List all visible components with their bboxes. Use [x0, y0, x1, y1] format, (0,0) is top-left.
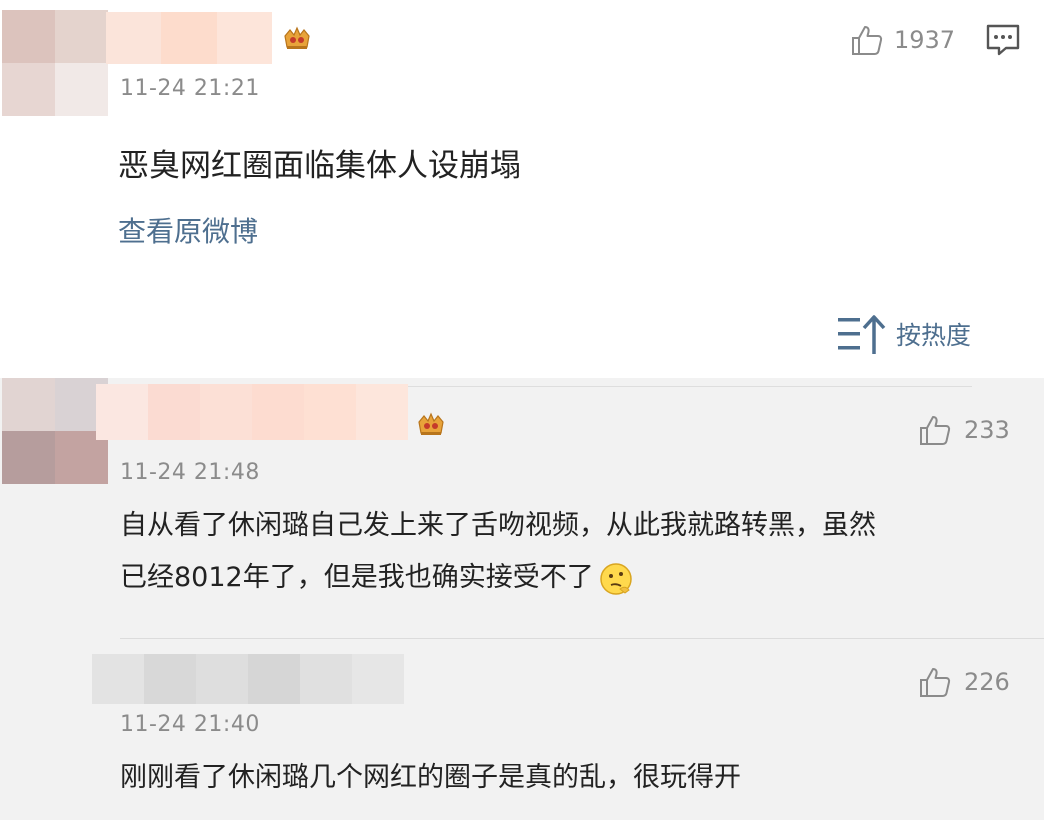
comment-like-count: 226 [964, 668, 1010, 696]
comment-line-text: 已经8012年了，但是我也确实接受不了 [120, 562, 594, 593]
comment-content: 自从看了休闲璐自己发上来了舌吻视频，从此我就路转黑，虽然 已经8012年了，但是… [120, 500, 876, 604]
comment-like-button[interactable]: 233 [918, 412, 1010, 448]
post-like-button[interactable]: 1937 [850, 22, 955, 58]
username-blurred[interactable] [92, 654, 404, 704]
comment-like-count: 233 [964, 416, 1010, 444]
comment-like-button[interactable]: 226 [918, 664, 1010, 700]
comment-content: 刚刚看了休闲璐几个网红的圈子是真的乱，很玩得开 [120, 752, 741, 804]
comment-timestamp: 11-24 21:40 [120, 712, 260, 737]
post-timestamp: 11-24 21:21 [120, 76, 260, 101]
username-blurred[interactable] [106, 12, 272, 64]
sort-label: 按热度 [896, 321, 972, 350]
comment-line: 刚刚看了休闲璐几个网红的圈子是真的乱，很玩得开 [120, 762, 741, 793]
avatar[interactable] [2, 10, 108, 116]
comment-icon[interactable] [984, 22, 1022, 58]
original-post: 11-24 21:21 恶臭网红圈面临集体人设崩塌 查看原微博 1937 按热度 [0, 0, 1044, 378]
comment-line: 自从看了休闲璐自己发上来了舌吻视频，从此我就路转黑，虽然 [120, 510, 876, 541]
thumbs-up-icon [920, 416, 951, 445]
avatar[interactable] [2, 378, 108, 484]
comment-timestamp: 11-24 21:48 [120, 460, 260, 485]
post-like-count: 1937 [894, 26, 956, 54]
thumbs-up-icon [920, 668, 951, 697]
post-content: 恶臭网红圈面临集体人设崩塌 [118, 148, 521, 184]
username-blurred[interactable] [96, 384, 408, 440]
view-original-link[interactable]: 查看原微博 [118, 210, 258, 250]
thumbs-up-icon [852, 26, 883, 55]
divider [120, 638, 1044, 639]
comment-line: 已经8012年了，但是我也确实接受不了 [120, 552, 876, 604]
sort-by-hot-button[interactable]: 按热度 [836, 310, 971, 358]
thinking-emoji-icon [599, 562, 632, 595]
crown-badge-icon [284, 26, 310, 49]
sort-up-icon [838, 315, 886, 354]
crown-badge-icon [418, 412, 444, 435]
